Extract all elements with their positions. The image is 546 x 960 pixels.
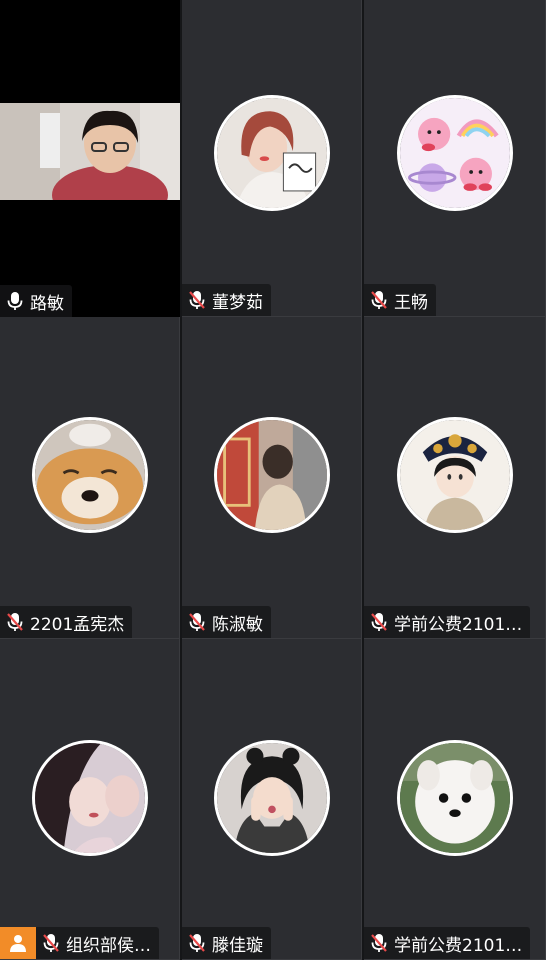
video-grid: 路敏 董梦茹 王畅 2201孟宪杰 陈淑敏 学前公费2101… 组织部侯… 滕佳… xyxy=(0,0,546,960)
participant-name-tag: 路敏 xyxy=(0,285,72,317)
participant-name-tag: 2201孟宪杰 xyxy=(0,606,133,638)
participant-tile-3[interactable]: 王畅 xyxy=(364,0,546,317)
avatar xyxy=(31,740,148,856)
participant-name-tag: 组织部侯… xyxy=(36,927,159,959)
participants-button[interactable] xyxy=(0,927,36,959)
participant-name-tag: 董梦茹 xyxy=(182,284,271,316)
microphone-muted-icon xyxy=(7,613,23,631)
avatar xyxy=(396,95,513,211)
video-feed xyxy=(0,103,180,200)
microphone-muted-icon xyxy=(371,934,387,952)
avatar xyxy=(213,740,330,856)
participant-name: 滕佳璇 xyxy=(212,935,263,956)
participant-name-tag: 滕佳璇 xyxy=(182,927,271,959)
participant-name-tag: 学前公费2101… xyxy=(364,606,531,638)
participant-name-tag: 陈淑敏 xyxy=(182,606,271,638)
participant-name: 王畅 xyxy=(394,292,428,313)
participant-tile-9[interactable]: 学前公费2101… xyxy=(364,639,546,960)
avatar xyxy=(31,417,148,533)
participant-tile-2[interactable]: 董梦茹 xyxy=(182,0,362,317)
participant-tile-6[interactable]: 学前公费2101… xyxy=(364,317,546,639)
microphone-muted-icon xyxy=(189,934,205,952)
participant-name: 学前公费2101… xyxy=(394,935,523,956)
participant-name: 组织部侯… xyxy=(66,935,151,956)
participant-tile-4[interactable]: 2201孟宪杰 xyxy=(0,317,180,639)
participant-tile-8[interactable]: 滕佳璇 xyxy=(182,639,362,960)
participant-name: 陈淑敏 xyxy=(212,614,263,635)
microphone-muted-icon xyxy=(189,291,205,309)
microphone-muted-icon xyxy=(43,934,59,952)
person-icon xyxy=(10,935,26,952)
microphone-muted-icon xyxy=(371,291,387,309)
participant-tile-5[interactable]: 陈淑敏 xyxy=(182,317,362,639)
participant-name-tag: 王畅 xyxy=(364,284,436,316)
participant-name: 学前公费2101… xyxy=(394,614,523,635)
avatar xyxy=(213,95,330,211)
participant-name: 路敏 xyxy=(30,293,64,314)
avatar xyxy=(396,417,513,533)
participant-name-tag: 学前公费2101… xyxy=(364,927,531,959)
microphone-icon xyxy=(7,292,23,310)
participant-tile-7[interactable]: 组织部侯… xyxy=(0,639,180,960)
avatar xyxy=(213,417,330,533)
participant-name: 2201孟宪杰 xyxy=(30,614,125,635)
avatar xyxy=(396,740,513,856)
participant-name: 董梦茹 xyxy=(212,292,263,313)
microphone-muted-icon xyxy=(371,613,387,631)
microphone-muted-icon xyxy=(189,613,205,631)
participant-tile-1[interactable]: 路敏 xyxy=(0,0,180,317)
